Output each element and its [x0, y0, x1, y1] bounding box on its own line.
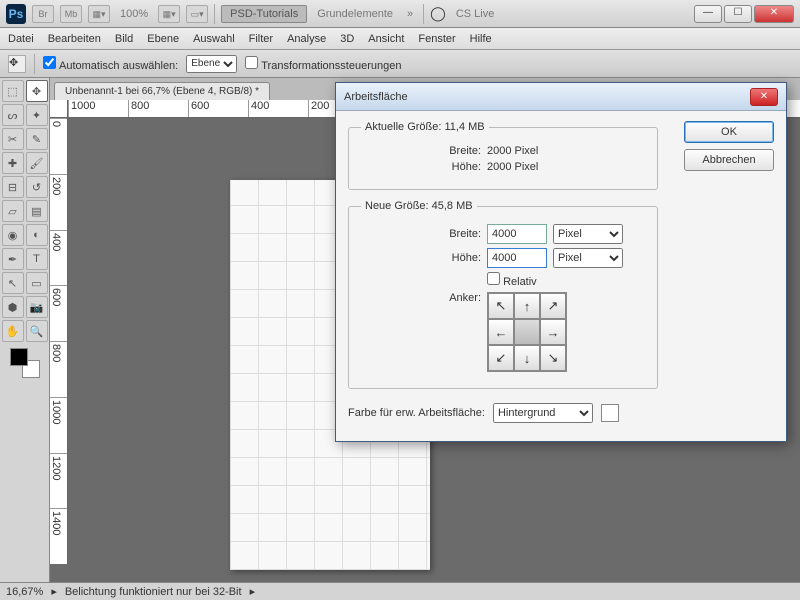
crop-tool[interactable]: ✂	[2, 128, 24, 150]
color-swatches[interactable]	[10, 348, 40, 378]
anchor-nw[interactable]: ↖	[488, 293, 514, 319]
ext-color-label: Farbe für erw. Arbeitsfläche:	[348, 407, 485, 419]
zoom-display[interactable]: 100%	[116, 8, 152, 20]
document-tab[interactable]: Unbenannt-1 bei 66,7% (Ebene 4, RGB/8) *	[54, 82, 270, 100]
cancel-button[interactable]: Abbrechen	[684, 149, 774, 171]
anchor-ne[interactable]: ↗	[540, 293, 566, 319]
menu-fenster[interactable]: Fenster	[418, 33, 455, 45]
ok-button[interactable]: OK	[684, 121, 774, 143]
cslive-icon: ◯	[430, 5, 446, 22]
workspace-tab-grund[interactable]: Grundelemente	[313, 8, 397, 20]
dialog-titlebar[interactable]: Arbeitsfläche ✕	[336, 83, 786, 111]
current-height-label: Höhe:	[361, 161, 481, 173]
type-tool[interactable]: T	[26, 248, 48, 270]
heal-tool[interactable]: ✚	[2, 152, 24, 174]
eyedropper-tool[interactable]: ✎	[26, 128, 48, 150]
ruler-origin[interactable]	[50, 100, 68, 118]
current-width-label: Breite:	[361, 145, 481, 157]
menu-analyse[interactable]: Analyse	[287, 33, 326, 45]
history-brush-tool[interactable]: ↺	[26, 176, 48, 198]
arrange-button[interactable]: ▦▾	[158, 5, 180, 23]
maximize-button[interactable]: ☐	[724, 5, 752, 23]
ext-color-dropdown[interactable]: Hintergrund	[493, 403, 593, 423]
app-logo: Ps	[6, 4, 26, 24]
gradient-tool[interactable]: ▤	[26, 200, 48, 222]
move-tool[interactable]: ✥	[26, 80, 48, 102]
anchor-n[interactable]: ↑	[514, 293, 540, 319]
screen-mode-button[interactable]: ▭▾	[186, 5, 208, 23]
zoom-tool[interactable]: 🔍	[26, 320, 48, 342]
current-size-group: Aktuelle Größe: 11,4 MB Breite: 2000 Pixe…	[348, 121, 658, 190]
brush-tool[interactable]: 🖌	[26, 152, 48, 174]
dialog-close-button[interactable]: ✕	[750, 88, 778, 106]
relative-checkbox[interactable]: Relativ	[487, 272, 537, 288]
ext-color-swatch[interactable]	[601, 404, 619, 422]
foreground-color[interactable]	[10, 348, 28, 366]
current-height-value: 2000 Pixel	[487, 161, 547, 173]
menu-datei[interactable]: Datei	[8, 33, 34, 45]
anchor-grid[interactable]: ↖↑↗ ← → ↙↓↘	[487, 292, 567, 372]
cslive-button[interactable]: CS Live	[452, 8, 499, 20]
menu-ansicht[interactable]: Ansicht	[368, 33, 404, 45]
view-extras-button[interactable]: ▦▾	[88, 5, 110, 23]
canvas-size-dialog: Arbeitsfläche ✕ OK Abbrechen Aktuelle Gr…	[335, 82, 787, 442]
toolbox: ⬚ ✥ ᔕ ✦ ✂ ✎ ✚ 🖌 ⊟ ↺ ▱ ▤ ◉ ◐ ✒ T ↖ ▭ ⬢ 📷 …	[0, 78, 50, 582]
3d-camera-tool[interactable]: 📷	[26, 296, 48, 318]
status-bar: 16,67% ▸ Belichtung funktioniert nur bei…	[0, 582, 800, 600]
minimize-button[interactable]: —	[694, 5, 722, 23]
minibridge-button[interactable]: Mb	[60, 5, 82, 23]
path-tool[interactable]: ↖	[2, 272, 24, 294]
workspace-tab-psd[interactable]: PSD-Tutorials	[221, 5, 307, 23]
anchor-label: Anker:	[361, 292, 481, 304]
new-height-input[interactable]	[487, 248, 547, 268]
anchor-w[interactable]: ←	[488, 319, 514, 345]
ruler-vertical[interactable]: 0200400600800100012001400	[50, 118, 68, 564]
blur-tool[interactable]: ◉	[2, 224, 24, 246]
close-button[interactable]: ✕	[754, 5, 794, 23]
menu-hilfe[interactable]: Hilfe	[470, 33, 492, 45]
dialog-title: Arbeitsfläche	[344, 91, 750, 103]
current-width-value: 2000 Pixel	[487, 145, 547, 157]
new-width-input[interactable]	[487, 224, 547, 244]
dodge-tool[interactable]: ◐	[26, 224, 48, 246]
new-size-group: Neue Größe: 45,8 MB Breite: Pixel Höhe: …	[348, 200, 658, 389]
auto-select-dropdown[interactable]: Ebene	[186, 55, 237, 73]
new-size-legend: Neue Größe: 45,8 MB	[361, 200, 477, 212]
menu-bild[interactable]: Bild	[115, 33, 133, 45]
wand-tool[interactable]: ✦	[26, 104, 48, 126]
transform-checkbox[interactable]: Transformationssteuerungen	[245, 56, 401, 72]
3d-tool[interactable]: ⬢	[2, 296, 24, 318]
lasso-tool[interactable]: ᔕ	[2, 104, 24, 126]
main-menu: Datei Bearbeiten Bild Ebene Auswahl Filt…	[0, 28, 800, 50]
anchor-e[interactable]: →	[540, 319, 566, 345]
menu-ebene[interactable]: Ebene	[147, 33, 179, 45]
anchor-center[interactable]	[514, 319, 540, 345]
shape-tool[interactable]: ▭	[26, 272, 48, 294]
menu-bearbeiten[interactable]: Bearbeiten	[48, 33, 101, 45]
app-titlebar: Ps Br Mb ▦▾ 100% ▦▾ ▭▾ PSD-Tutorials Gru…	[0, 0, 800, 28]
status-message: Belichtung funktioniert nur bei 32-Bit	[65, 586, 242, 598]
move-tool-icon: ✥	[8, 55, 26, 73]
new-height-unit[interactable]: Pixel	[553, 248, 623, 268]
anchor-se[interactable]: ↘	[540, 345, 566, 371]
status-zoom[interactable]: 16,67%	[6, 586, 43, 598]
auto-select-checkbox[interactable]: Automatisch auswählen:	[43, 56, 178, 72]
hand-tool[interactable]: ✋	[2, 320, 24, 342]
menu-filter[interactable]: Filter	[249, 33, 273, 45]
new-height-label: Höhe:	[361, 252, 481, 264]
pen-tool[interactable]: ✒	[2, 248, 24, 270]
anchor-sw[interactable]: ↙	[488, 345, 514, 371]
new-width-unit[interactable]: Pixel	[553, 224, 623, 244]
stamp-tool[interactable]: ⊟	[2, 176, 24, 198]
eraser-tool[interactable]: ▱	[2, 200, 24, 222]
more-icon[interactable]: »	[403, 8, 417, 20]
marquee-tool[interactable]: ⬚	[2, 80, 24, 102]
bridge-button[interactable]: Br	[32, 5, 54, 23]
current-size-legend: Aktuelle Größe: 11,4 MB	[361, 121, 489, 133]
options-bar: ✥ Automatisch auswählen: Ebene Transform…	[0, 50, 800, 78]
anchor-s[interactable]: ↓	[514, 345, 540, 371]
new-width-label: Breite:	[361, 228, 481, 240]
menu-auswahl[interactable]: Auswahl	[193, 33, 235, 45]
menu-3d[interactable]: 3D	[340, 33, 354, 45]
